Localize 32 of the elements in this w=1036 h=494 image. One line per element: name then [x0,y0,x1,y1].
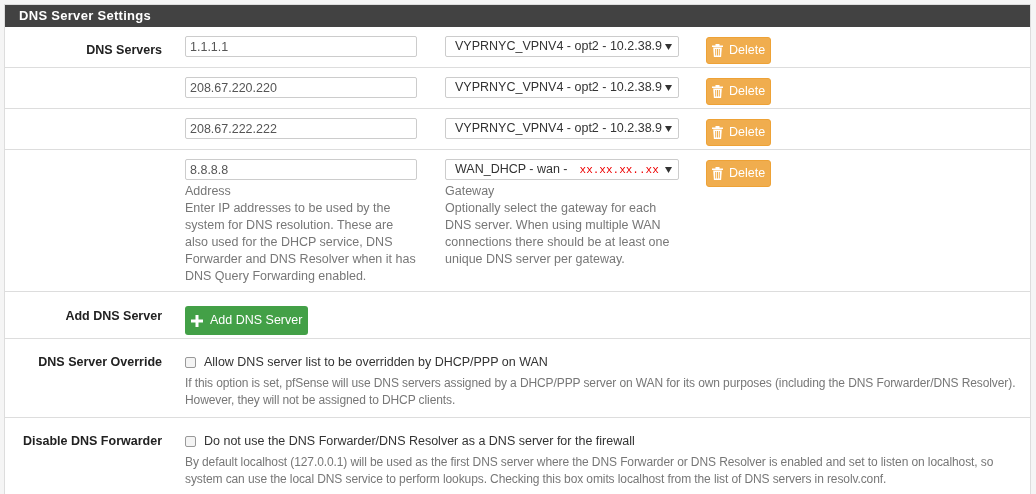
gateway-select[interactable]: VYPRNYC_VPNV4 - opt2 - 10.2.38.9 [445,77,679,98]
field-label: Disable DNS Forwarder [23,433,162,448]
trash-icon [712,167,723,180]
field-label: DNS Servers [86,43,162,57]
checkbox[interactable] [185,356,196,368]
address-field[interactable]: 208.67.220.220 [185,77,417,98]
dropdown-caret-icon [665,166,672,173]
trash-icon [712,44,723,57]
field-label: DNS Server Override [38,355,162,369]
field-label: Add DNS Server [65,309,162,323]
help-text: If this option is set, pfSense will use DNS servers assigned by a DHCP/PPP server on WAN for its own purposes (including the DNS Forwarder/DNS Resolver). However, they will not be assigned to DHCP clients. [185,374,1017,409]
address-field[interactable]: 208.67.222.222 [185,118,417,139]
checkbox[interactable] [185,435,196,447]
address-help-text: Enter IP addresses to be used by the system for DNS resolution. These are also used for the DHCP service, DNS Forwarder and DNS Resolver when it has DNS Query Forwarding enabled. [185,200,417,285]
checkbox-label: Do not use the DNS Forwarder/DNS Resolver as a DNS server for the firewall [204,432,635,450]
dropdown-caret-icon [665,84,672,91]
plus-icon [191,314,203,327]
address-field[interactable]: 8.8.8.8 [185,159,417,180]
checkbox-label: Allow DNS server list to be overridden by DHCP/PPP on WAN [204,354,548,371]
panel-title: DNS Server Settings [19,7,152,26]
dropdown-caret-icon [665,125,672,132]
gateway-select[interactable]: VYPRNYC_VPNV4 - opt2 - 10.2.38.9 [445,118,679,139]
help-text: By default localhost (127.0.0.1) will be used as the first DNS server where the DNS Forwarder or DNS Resolver is enabled and set to listen on localhost, so system can use the local DNS service to perform lookups. Checking this box omits localhost from the list of DNS servers in resolv.conf. [185,453,995,488]
trash-icon [712,85,723,98]
dropdown-caret-icon [665,43,672,50]
trash-icon [712,126,723,139]
gateway-select[interactable]: VYPRNYC_VPNV4 - opt2 - 10.2.38.9 [445,36,679,57]
address-label: Address [185,183,232,200]
gateway-help-text: Optionally select the gateway for each DNS server. When using multiple WAN connections there should be at least one unique DNS server per gateway. [445,200,671,268]
gateway-select[interactable]: WAN_DHCP - wan - xx.xx.xx..xx [445,159,679,180]
address-field[interactable]: 1.1.1.1 [185,36,417,57]
gateway-label: Gateway [445,183,496,200]
